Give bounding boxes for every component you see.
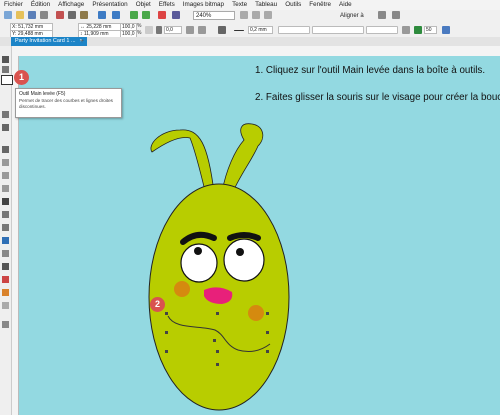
step-badge-2: 2 [150, 297, 165, 312]
alien-face-drawing [148, 123, 290, 411]
right-eyebrow [227, 232, 261, 241]
left-cheek [174, 281, 190, 297]
tooltip-title: Outil Main levée (F5) [19, 91, 66, 97]
right-pupil [236, 248, 244, 256]
left-antenna [150, 129, 215, 196]
right-eye [223, 238, 265, 282]
right-cheek [248, 305, 264, 321]
right-antenna [221, 123, 264, 195]
left-pupil [194, 247, 202, 255]
tooltip-description: Permet de tracer des courbes et lignes d… [19, 98, 113, 109]
step-badge-1: 1 [14, 70, 29, 85]
freehand-tooltip: Outil Main levée (F5) Permet de tracer d… [15, 88, 122, 118]
